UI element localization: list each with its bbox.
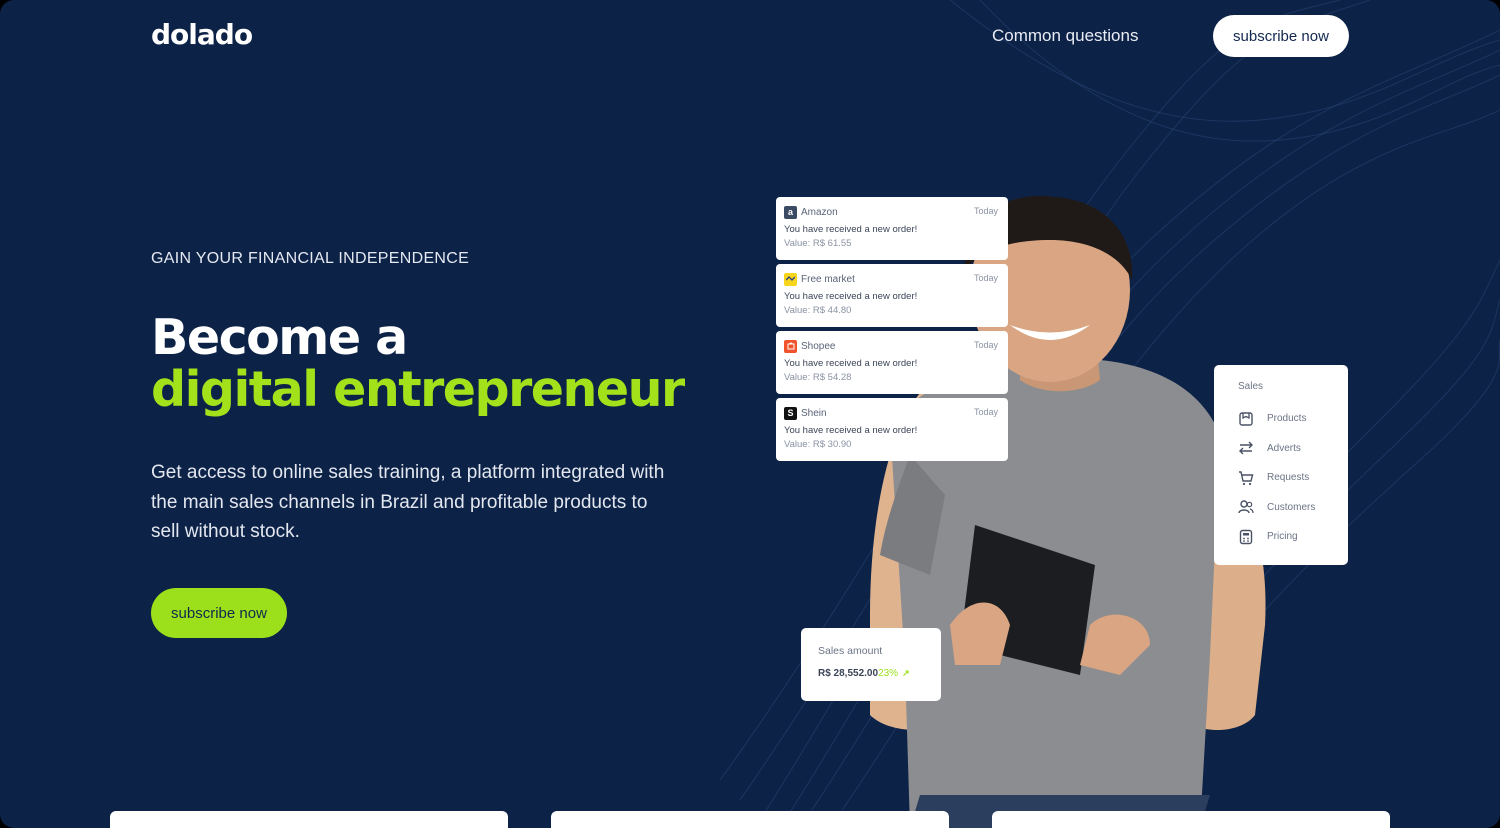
hero-description: Get access to online sales training, a p… bbox=[151, 462, 665, 542]
landing-page: dolado Common questions subscribe now GA… bbox=[0, 0, 1500, 828]
order-notification-card: Free market Today You have received a ne… bbox=[776, 264, 1008, 327]
sales-menu-item-adverts[interactable]: Adverts bbox=[1238, 434, 1348, 464]
calculator-icon bbox=[1239, 529, 1253, 544]
order-notification-card: S Shein Today You have received a new or… bbox=[776, 398, 1008, 461]
sales-menu-item-customers[interactable]: Customers bbox=[1238, 493, 1348, 523]
notification-message: You have received a new order! bbox=[784, 358, 918, 369]
sales-menu-item-products[interactable]: Products bbox=[1238, 404, 1348, 434]
sales-menu-item-label: Adverts bbox=[1267, 442, 1301, 454]
sales-menu-item-label: Customers bbox=[1267, 501, 1316, 513]
sales-amount-card: Sales amount R$ 28,552.00 23% ↗ bbox=[801, 628, 941, 701]
subscribe-button-hero[interactable]: subscribe now bbox=[151, 588, 287, 638]
sales-menu-card: Sales Products Adverts Requests Customer… bbox=[1214, 365, 1348, 565]
swap-arrows-icon bbox=[1239, 441, 1253, 455]
notification-message: You have received a new order! bbox=[784, 425, 918, 436]
notification-time: Today bbox=[973, 273, 998, 283]
channel-name: Free market bbox=[801, 273, 855, 285]
sales-menu-title: Sales bbox=[1238, 381, 1264, 392]
mercado-livre-icon bbox=[784, 272, 797, 286]
hero-title-line2: digital entrepreneur bbox=[151, 361, 685, 418]
amazon-icon: a bbox=[784, 205, 797, 219]
sales-menu-item-label: Requests bbox=[1267, 472, 1310, 484]
sales-menu-item-label: Pricing bbox=[1267, 531, 1298, 543]
sales-amount-value: R$ 28,552.00 bbox=[818, 668, 879, 679]
notification-value: Value: R$ 61.55 bbox=[784, 238, 852, 249]
notification-time: Today bbox=[973, 407, 998, 417]
feature-card bbox=[992, 811, 1390, 828]
subscribe-button-header[interactable]: subscribe now bbox=[1213, 15, 1349, 57]
hero-title: Become a digital entrepreneur bbox=[151, 309, 685, 418]
notification-time: Today bbox=[973, 206, 998, 216]
feature-card bbox=[551, 811, 949, 828]
feature-card bbox=[110, 811, 508, 828]
hero-eyebrow: GAIN YOUR FINANCIAL INDEPENDENCE bbox=[151, 250, 470, 267]
users-icon bbox=[1238, 500, 1254, 514]
hero-title-line1: Become a bbox=[151, 309, 408, 366]
order-notification-card: Shopee Today You have received a new ord… bbox=[776, 331, 1008, 394]
cart-icon bbox=[1239, 471, 1254, 485]
shein-icon: S bbox=[784, 406, 797, 420]
notification-value: Value: R$ 30.90 bbox=[784, 439, 852, 450]
shopee-icon bbox=[784, 339, 797, 353]
channel-name: Shopee bbox=[801, 340, 836, 352]
sales-menu-item-label: Products bbox=[1267, 413, 1307, 425]
sales-amount-change: 23% bbox=[878, 668, 899, 679]
notification-time: Today bbox=[973, 340, 998, 350]
channel-name: Amazon bbox=[801, 206, 838, 218]
notification-message: You have received a new order! bbox=[784, 291, 918, 302]
order-notification-card: a Amazon Today You have received a new o… bbox=[776, 197, 1008, 260]
notification-value: Value: R$ 44.80 bbox=[784, 305, 852, 316]
notification-message: You have received a new order! bbox=[784, 224, 918, 235]
notification-value: Value: R$ 54.28 bbox=[784, 372, 852, 383]
trend-up-icon: ↗ bbox=[902, 668, 910, 678]
products-icon bbox=[1239, 412, 1253, 426]
sales-amount-label: Sales amount bbox=[818, 645, 883, 657]
nav-link-common-questions[interactable]: Common questions bbox=[992, 26, 1138, 46]
sales-menu-item-requests[interactable]: Requests bbox=[1238, 463, 1348, 493]
sales-menu-item-pricing[interactable]: Pricing bbox=[1238, 522, 1348, 552]
logo[interactable]: dolado bbox=[151, 18, 253, 51]
channel-name: Shein bbox=[801, 407, 827, 419]
